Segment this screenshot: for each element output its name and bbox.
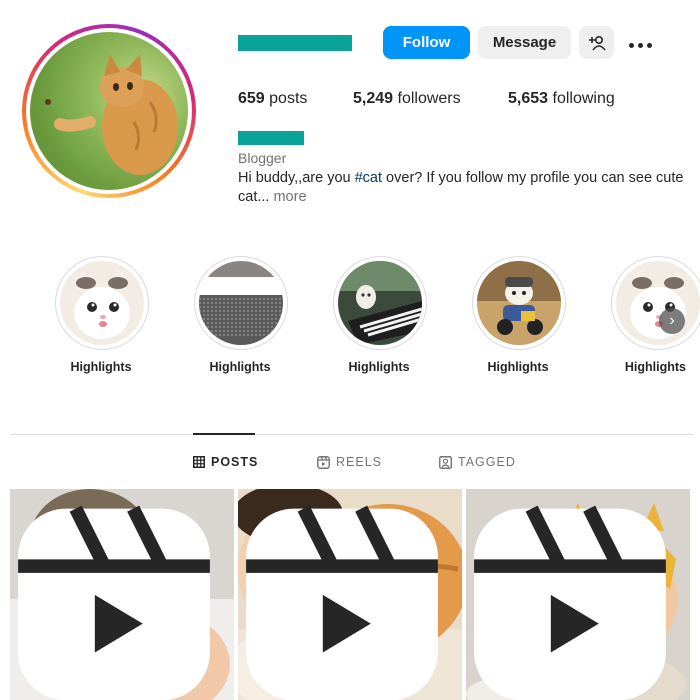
white-kitten-icon bbox=[616, 261, 700, 345]
bio-text: Hi buddy,,are you bbox=[238, 170, 355, 186]
message-button[interactable]: Message bbox=[478, 26, 571, 59]
dot-icon bbox=[637, 42, 643, 48]
post-tile-2[interactable] bbox=[238, 489, 462, 700]
avatar-image bbox=[30, 32, 188, 190]
profile-bio: Hi buddy,,are you #cat over? If you foll… bbox=[238, 169, 698, 207]
suggested-users-button[interactable] bbox=[579, 26, 614, 59]
posts-count-label: posts bbox=[269, 90, 308, 107]
highlight-3-label: Highlights bbox=[348, 360, 410, 374]
add-user-icon bbox=[588, 35, 606, 51]
post-tile-1[interactable] bbox=[10, 489, 234, 700]
tabs-divider bbox=[10, 434, 694, 435]
scooter-cat-icon bbox=[477, 261, 561, 345]
dot-icon bbox=[628, 42, 634, 48]
profile-category: Blogger bbox=[238, 150, 287, 166]
following-count-value: 5,653 bbox=[508, 90, 549, 107]
highlight-2-label: Highlights bbox=[209, 360, 271, 374]
posts-count-value: 659 bbox=[238, 90, 265, 107]
tab-reels[interactable]: REELS bbox=[317, 455, 382, 469]
followers-count-label: followers bbox=[397, 90, 461, 107]
tab-posts-label: POSTS bbox=[211, 455, 259, 469]
tagged-icon bbox=[439, 455, 452, 469]
followers-count-value: 5,249 bbox=[353, 90, 394, 107]
tab-reels-label: REELS bbox=[336, 455, 382, 469]
highlight-4-label: Highlights bbox=[487, 360, 549, 374]
post-tile-3[interactable] bbox=[466, 489, 690, 700]
profile-avatar[interactable] bbox=[22, 24, 196, 198]
highlight-5-label: Highlights bbox=[624, 360, 686, 374]
highlight-3[interactable] bbox=[333, 256, 427, 350]
bio-more-link[interactable]: more bbox=[273, 189, 306, 205]
posts-count: 659 posts bbox=[238, 90, 307, 108]
reel-icon bbox=[246, 505, 438, 700]
highlights-next-button[interactable]: › bbox=[659, 308, 685, 334]
static-pattern-icon bbox=[199, 261, 283, 345]
followers-count[interactable]: 5,249 followers bbox=[353, 90, 461, 108]
highlight-5[interactable] bbox=[611, 256, 700, 350]
grid-icon bbox=[193, 456, 205, 468]
tab-tagged[interactable]: TAGGED bbox=[439, 455, 516, 469]
tab-tagged-label: TAGGED bbox=[458, 455, 516, 469]
following-count[interactable]: 5,653 following bbox=[508, 90, 615, 108]
active-tab-indicator bbox=[193, 433, 255, 435]
reels-icon bbox=[317, 455, 330, 469]
reel-icon bbox=[18, 505, 210, 700]
highlight-1-label: Highlights bbox=[70, 360, 132, 374]
bio-hashtag-link[interactable]: #cat bbox=[355, 170, 382, 186]
more-options-button[interactable] bbox=[624, 28, 656, 58]
highlight-4[interactable] bbox=[472, 256, 566, 350]
username-redacted bbox=[238, 35, 352, 51]
chevron-right-icon: › bbox=[669, 312, 675, 329]
display-name-redacted bbox=[238, 131, 304, 145]
reel-icon bbox=[474, 505, 666, 700]
tab-posts[interactable]: POSTS bbox=[193, 455, 258, 469]
following-count-label: following bbox=[552, 90, 615, 107]
highlight-2[interactable] bbox=[194, 256, 288, 350]
dot-icon bbox=[646, 42, 652, 48]
highlight-1[interactable] bbox=[55, 256, 149, 350]
white-kitten-icon bbox=[60, 261, 144, 345]
piano-cat-icon bbox=[338, 261, 422, 345]
follow-button[interactable]: Follow bbox=[383, 26, 470, 59]
